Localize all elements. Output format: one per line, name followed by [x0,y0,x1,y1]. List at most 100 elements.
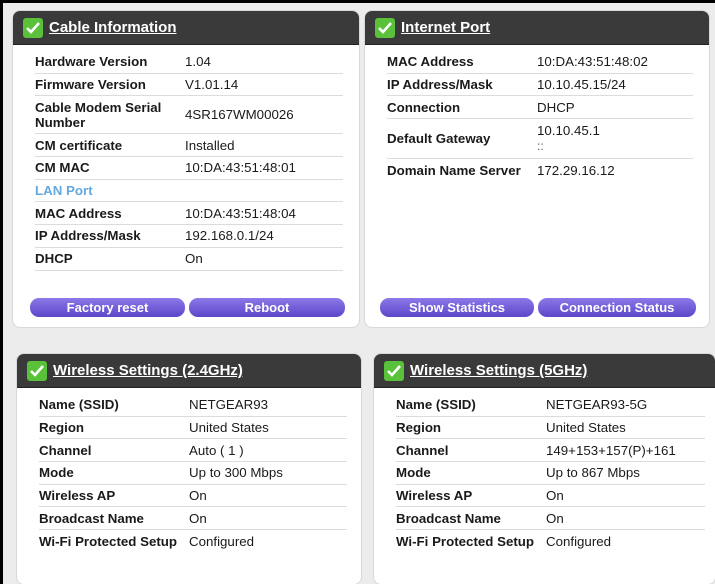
row-label: Mode [396,465,431,481]
cable-information-title[interactable]: Cable Information [49,19,177,36]
check-icon [384,360,404,381]
row-label: IP Address/Mask [35,228,141,244]
table-row: Name (SSID) NETGEAR93-5G [396,394,705,417]
row-value: United States [546,419,626,435]
row-value: Installed [185,137,235,153]
row-value: 10:DA:43:51:48:01 [185,160,296,176]
cable-information-panel: Cable Information Hardware Version 1.04 … [13,11,359,327]
table-row: MAC Address 10:DA:43:51:48:02 [387,51,693,74]
table-row: Region United States [396,417,705,440]
row-value: On [189,487,207,503]
row-value: Auto ( 1 ) [189,442,244,458]
row-value: 10:DA:43:51:48:04 [185,205,296,221]
row-value: NETGEAR93-5G [546,397,648,413]
reboot-button[interactable]: Reboot [189,298,345,317]
row-value: On [546,487,564,503]
table-row: Firmware Version V1.01.14 [35,74,343,97]
row-label: IP Address/Mask [387,76,493,92]
table-row: Mode Up to 300 Mbps [39,462,347,485]
row-label: Connection [387,99,461,115]
row-value: 10.10.45.1 :: [537,123,600,154]
row-value: 149+153+157(P)+161 [546,442,676,458]
row-label: DHCP [35,251,73,267]
row-label: Region [396,419,442,435]
row-label: Default Gateway [387,130,491,146]
wireless-24ghz-panel: Wireless Settings (2.4GHz) Name (SSID) N… [17,354,361,584]
table-row: Name (SSID) NETGEAR93 [39,394,347,417]
gateway-ipv6: :: [537,139,544,154]
row-value: NETGEAR93 [189,397,269,413]
table-row: Wireless AP On [396,485,705,508]
table-row: MAC Address 10:DA:43:51:48:04 [35,202,343,226]
row-label: Channel [396,442,449,458]
table-row: Cable Modem Serial Number 4SR167WM00026 [35,96,343,135]
row-label: CM certificate [35,137,123,153]
row-value: United States [189,419,269,435]
row-label: MAC Address [387,54,474,70]
table-row: Mode Up to 867 Mbps [396,462,705,485]
table-row: Default Gateway 10.10.45.1 :: [387,119,693,160]
row-label: Broadcast Name [39,510,144,526]
row-value: DHCP [537,99,575,115]
lan-port-label: LAN Port [35,183,93,199]
row-label: Wi-Fi Protected Setup [396,533,535,549]
wireless-24ghz-title[interactable]: Wireless Settings (2.4GHz) [53,362,243,379]
table-row: Broadcast Name On [39,507,347,531]
row-label: MAC Address [35,205,122,221]
table-row: Connection DHCP [387,96,693,120]
show-statistics-button[interactable]: Show Statistics [380,298,534,317]
internet-port-title[interactable]: Internet Port [401,19,490,36]
table-row: Region United States [39,417,347,440]
table-row: Wireless AP On [39,485,347,508]
row-value: V1.01.14 [185,76,239,92]
wireless-5ghz-header: Wireless Settings (5GHz) [374,354,715,388]
table-row: Broadcast Name On [396,507,705,531]
row-value: On [189,510,207,526]
row-value: On [546,510,564,526]
factory-reset-button[interactable]: Factory reset [30,298,185,317]
check-icon [27,360,47,381]
row-label: Wireless AP [39,487,116,503]
table-row: IP Address/Mask 192.168.0.1/24 [35,225,343,248]
check-icon [375,17,395,38]
internet-port-panel: Internet Port MAC Address 10:DA:43:51:48… [365,11,709,327]
wireless-5ghz-title[interactable]: Wireless Settings (5GHz) [410,362,587,379]
row-label: Name (SSID) [396,397,476,413]
internet-port-header: Internet Port [365,11,709,45]
table-row: DHCP On [35,248,343,271]
table-row: Channel Auto ( 1 ) [39,439,347,463]
table-row: CM certificate Installed [35,134,343,158]
cable-information-header: Cable Information [13,11,359,45]
table-row: Domain Name Server 172.29.16.12 [387,159,693,182]
row-value: Configured [546,533,612,549]
row-label: Broadcast Name [396,510,501,526]
row-value: 10:DA:43:51:48:02 [537,54,648,70]
row-value: Up to 867 Mbps [546,465,640,481]
row-value: On [185,251,203,267]
wireless-24ghz-header: Wireless Settings (2.4GHz) [17,354,361,388]
row-value: 10.10.45.15/24 [537,76,626,92]
connection-status-button[interactable]: Connection Status [538,298,696,317]
row-value: Up to 300 Mbps [189,465,283,481]
row-value: 1.04 [185,54,211,70]
row-label: Channel [39,442,92,458]
row-label: Wireless AP [396,487,473,503]
row-label: Mode [39,465,74,481]
row-label: Region [39,419,85,435]
row-value: 192.168.0.1/24 [185,228,274,244]
wireless-5ghz-panel: Wireless Settings (5GHz) Name (SSID) NET… [374,354,715,584]
row-label: Name (SSID) [39,397,119,413]
row-value: 4SR167WM00026 [185,107,294,123]
row-label: Cable Modem Serial Number [35,99,162,130]
check-icon [23,17,43,38]
table-row: Channel 149+153+157(P)+161 [396,439,705,463]
row-label: Wi-Fi Protected Setup [39,533,178,549]
gateway-ipv4: 10.10.45.1 [537,123,600,139]
table-row: Wi-Fi Protected Setup Configured [39,530,347,553]
row-value: Configured [189,533,255,549]
dashboard: Cable Information Hardware Version 1.04 … [3,3,715,584]
row-label: Domain Name Server [387,162,521,178]
table-row: Hardware Version 1.04 [35,51,343,74]
row-label: Firmware Version [35,76,146,92]
row-value: 172.29.16.12 [537,162,615,178]
